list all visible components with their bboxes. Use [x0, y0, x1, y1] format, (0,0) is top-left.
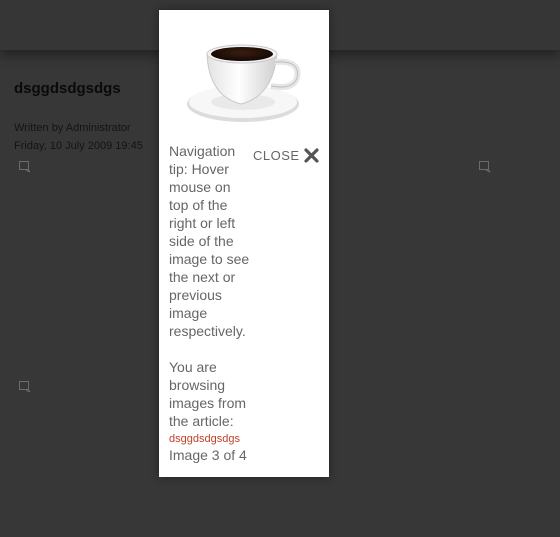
image-placeholder-icon[interactable]: [19, 381, 31, 393]
article-date: Friday, 10 July 2009 19:45: [14, 140, 143, 152]
browsing-text: You are browsing images from the article…: [169, 359, 247, 429]
article-link[interactable]: dsggdsdgsdgs: [169, 432, 253, 446]
article-title: dsggdsdgsdgs: [14, 80, 121, 97]
navigation-tip: Navigation tip: Hover mouse on top of th…: [169, 143, 250, 339]
browsing-info: You are browsing images from the article…: [169, 358, 253, 464]
close-x-icon: [303, 148, 319, 163]
lightbox-panel: CLOSE Navigation tip: Hover mouse on top…: [159, 10, 329, 477]
image-info: Navigation tip: Hover mouse on top of th…: [169, 142, 253, 464]
image-counter: Image 3 of 4: [169, 447, 247, 463]
image-placeholder-icon[interactable]: [479, 161, 491, 173]
article-author: Written by Administrator: [14, 122, 131, 134]
image-placeholder-icon[interactable]: [19, 161, 31, 173]
close-label: CLOSE: [253, 148, 300, 163]
close-button[interactable]: CLOSE: [253, 148, 319, 163]
coffee-cup-image[interactable]: [185, 22, 305, 132]
